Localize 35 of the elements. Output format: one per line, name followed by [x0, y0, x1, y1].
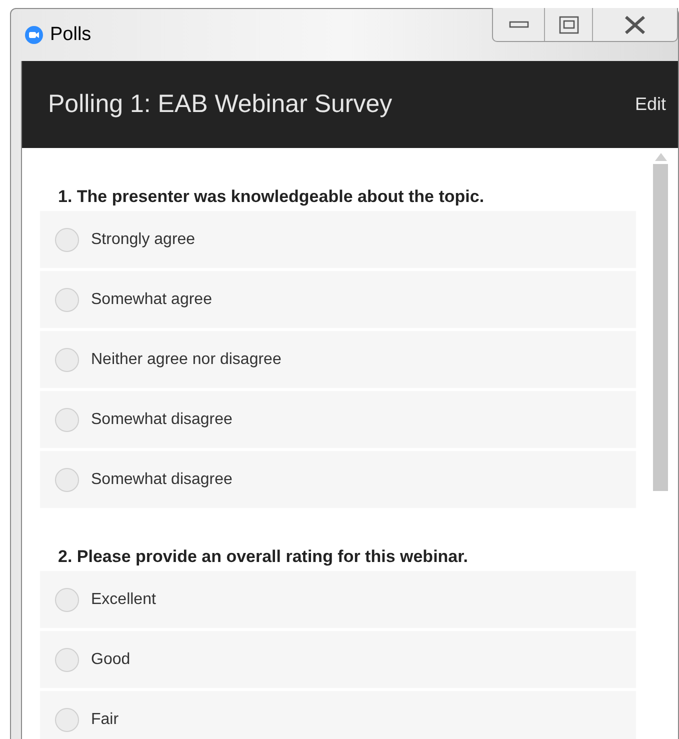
radio-button[interactable]: [55, 348, 79, 372]
scrollbar-thumb[interactable]: [653, 164, 668, 491]
option-label: Somewhat disagree: [91, 410, 232, 430]
minimize-icon: [508, 20, 528, 28]
answer-option[interactable]: Excellent: [40, 571, 636, 628]
option-label: Somewhat disagree: [91, 470, 232, 490]
option-label: Somewhat agree: [91, 290, 212, 310]
edit-link[interactable]: Edit: [634, 91, 666, 118]
answer-option[interactable]: Somewhat disagree: [40, 391, 636, 448]
answer-option[interactable]: Neither agree nor disagree: [40, 331, 636, 388]
radio-button[interactable]: [55, 408, 79, 432]
radio-button[interactable]: [55, 228, 79, 252]
window-title: Polls: [50, 22, 92, 47]
maximize-icon: [558, 16, 578, 34]
radio-button[interactable]: [55, 708, 79, 732]
radio-button[interactable]: [55, 288, 79, 312]
option-label: Excellent: [91, 590, 156, 610]
option-label: Strongly agree: [91, 230, 196, 250]
option-label: Neither agree nor disagree: [91, 350, 282, 370]
answer-option[interactable]: Strongly agree: [40, 211, 636, 268]
radio-button[interactable]: [55, 648, 79, 672]
close-icon: [623, 16, 647, 34]
answer-option[interactable]: Fair: [40, 691, 636, 739]
answer-option[interactable]: Somewhat agree: [40, 271, 636, 328]
option-label: Good: [91, 650, 130, 670]
poll-title: Polling 1: EAB Webinar Survey: [48, 88, 392, 120]
scroll-up-icon[interactable]: [654, 152, 668, 162]
option-label: Fair: [91, 710, 119, 730]
radio-button[interactable]: [55, 468, 79, 492]
question-text: 1. The presenter was knowledgeable about the topic.: [57, 186, 486, 208]
app-logo-icon: [25, 26, 43, 44]
question-text: 2. Please provide an overall rating for this webinar.: [57, 546, 470, 568]
radio-button[interactable]: [55, 588, 79, 612]
answer-option[interactable]: Good: [40, 631, 636, 688]
answer-option[interactable]: Somewhat disagree: [40, 451, 636, 508]
